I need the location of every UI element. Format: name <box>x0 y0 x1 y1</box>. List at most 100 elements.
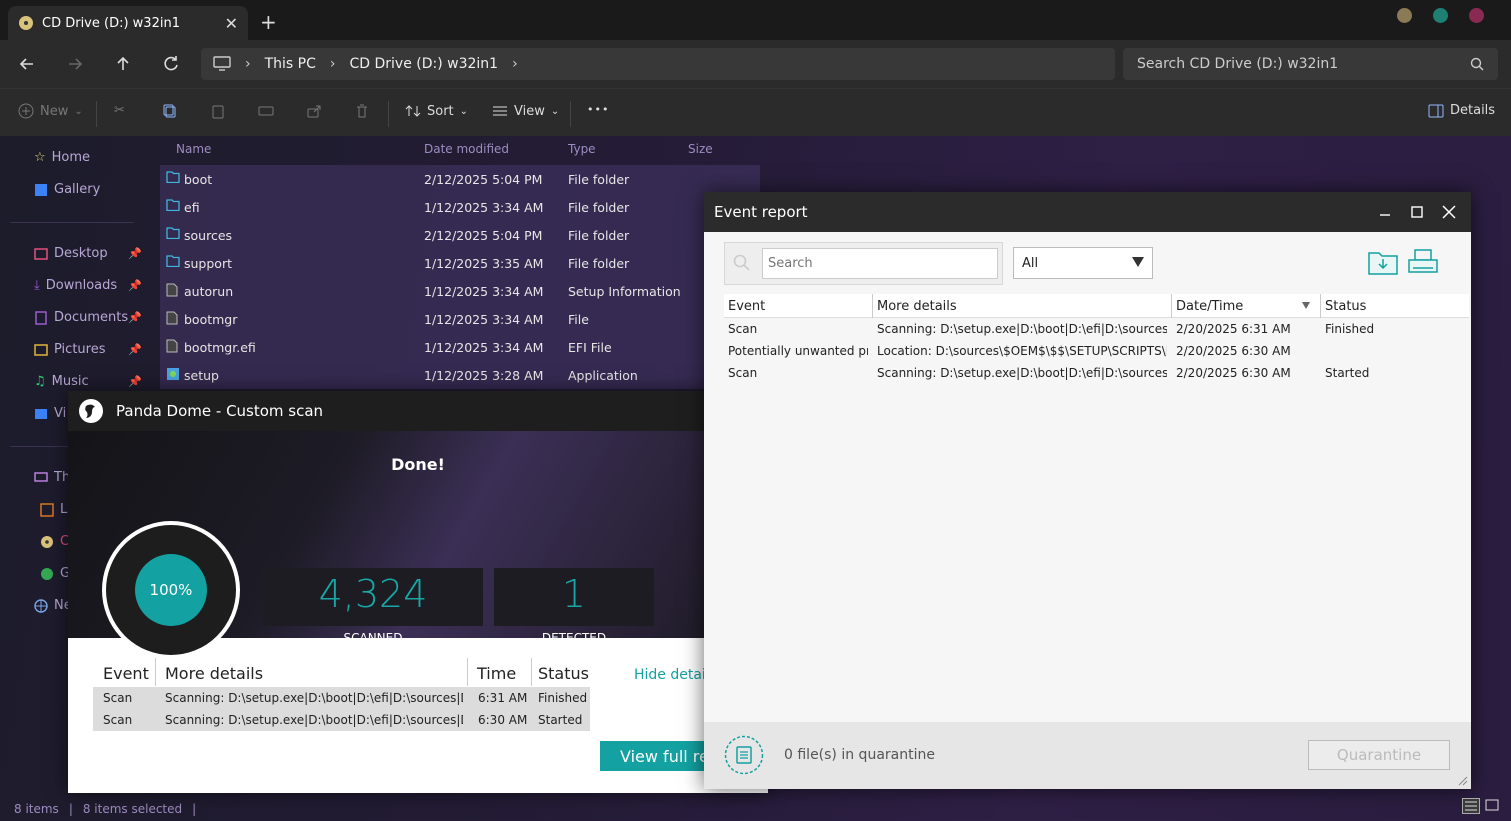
delete-button[interactable] <box>354 103 370 119</box>
up-button[interactable] <box>113 54 133 74</box>
sort-icon <box>405 103 421 119</box>
copy-button[interactable] <box>162 103 178 119</box>
close-button[interactable] <box>1439 202 1459 222</box>
column-divider[interactable] <box>872 294 873 318</box>
search-icon <box>733 254 751 272</box>
rename-button[interactable] <box>258 103 274 119</box>
column-divider <box>467 658 468 686</box>
table-row[interactable]: Scan Scanning: D:\setup.exe|D:\boot|D:\ef… <box>724 362 1469 384</box>
event-filter-select[interactable]: All <box>1013 247 1153 279</box>
column-divider[interactable] <box>1171 294 1172 318</box>
breadcrumb-chevron-icon[interactable]: › <box>512 56 518 72</box>
scanned-label: SCANNED <box>343 631 403 645</box>
sort-button[interactable]: Sort ⌄ <box>405 103 468 119</box>
maximize-button[interactable] <box>1407 202 1427 222</box>
window-dot-close[interactable] <box>1469 8 1484 23</box>
column-header-name[interactable]: Name <box>176 142 211 156</box>
tiles-view-icon[interactable] <box>1484 798 1500 814</box>
file-name: bootmgr <box>184 312 238 327</box>
print-button[interactable] <box>1407 248 1439 276</box>
music-icon: ♫ <box>34 374 46 389</box>
navigation-bar: › This PC › CD Drive (D:) w32in1 › Searc… <box>0 40 1511 88</box>
file-row[interactable]: bootmgr 1/12/2025 3:34 AM File <box>160 305 760 333</box>
close-tab-icon[interactable]: ✕ <box>225 14 238 33</box>
window-dot-minimize[interactable] <box>1397 8 1412 23</box>
details-pane-button[interactable]: Details <box>1428 103 1495 118</box>
scanned-stat-box: 4,324 <box>263 568 483 626</box>
file-type: File folder <box>568 172 630 187</box>
column-header-time: Time <box>477 664 517 683</box>
sidebar-item-downloads[interactable]: ⤓ Downloads 📌 <box>34 278 142 293</box>
column-header-datetime[interactable]: Date/Time <box>1176 299 1243 314</box>
command-bar: New ⌄ ✂ Sort ⌄ View ⌄ ••• Details <box>0 88 1511 136</box>
pin-icon[interactable]: 📌 <box>128 279 142 292</box>
file-row[interactable]: support 1/12/2025 3:35 AM File folder <box>160 249 760 277</box>
view-button[interactable]: View ⌄ <box>492 103 559 119</box>
sidebar-item-drive-l[interactable]: L <box>40 502 67 517</box>
new-button[interactable]: New ⌄ <box>18 103 83 119</box>
sidebar-item-videos[interactable]: Vi <box>34 406 66 421</box>
minimize-button[interactable] <box>1375 202 1395 222</box>
file-row[interactable]: efi 1/12/2025 3:34 AM File folder <box>160 193 760 221</box>
forward-button[interactable] <box>65 54 85 74</box>
hide-details-link[interactable]: Hide detail <box>634 667 710 683</box>
table-row[interactable]: Scan Scanning: D:\setup.exe|D:\boot|D:\ef… <box>724 318 1469 340</box>
pc-icon <box>34 471 48 485</box>
file-row[interactable]: setup 1/12/2025 3:28 AM Application <box>160 361 760 389</box>
more-options-button[interactable]: ••• <box>587 103 609 116</box>
column-divider[interactable] <box>1320 294 1321 318</box>
column-header-date[interactable]: Date modified <box>424 142 509 156</box>
sidebar-item-cd-drive[interactable]: C <box>40 534 69 549</box>
file-row[interactable]: bootmgr.efi 1/12/2025 3:34 AM EFI File <box>160 333 760 361</box>
back-button[interactable] <box>17 54 37 74</box>
column-header-event[interactable]: Event <box>728 299 765 314</box>
view-toggle-group <box>1462 798 1500 814</box>
quarantine-button[interactable]: Quarantine <box>1308 740 1450 770</box>
sidebar-item-desktop[interactable]: Desktop 📌 <box>34 246 142 261</box>
new-tab-button[interactable]: + <box>260 12 277 32</box>
share-button[interactable] <box>306 103 322 119</box>
sidebar-item-label: Vi <box>54 406 67 421</box>
pin-icon[interactable]: 📌 <box>128 375 142 388</box>
status-cell: Started <box>538 713 583 727</box>
filter-value: All <box>1022 256 1039 271</box>
details-view-icon[interactable] <box>1462 798 1480 814</box>
column-header-details[interactable]: More details <box>877 299 957 314</box>
pin-icon[interactable]: 📌 <box>128 247 142 260</box>
divider <box>570 101 571 127</box>
export-folder-button[interactable] <box>1367 248 1399 276</box>
sidebar-item-drive-g[interactable]: G <box>40 566 70 581</box>
table-row[interactable]: Potentially unwanted pr... Location: D:\s… <box>724 340 1469 362</box>
column-header-event: Event <box>103 664 149 683</box>
column-header-type[interactable]: Type <box>568 142 596 156</box>
sidebar-item-network[interactable]: Ne <box>34 598 72 613</box>
printer-icon <box>1408 249 1438 273</box>
paste-button[interactable] <box>210 103 226 119</box>
sidebar-item-music[interactable]: ♫ Music 📌 <box>34 374 142 389</box>
network-icon <box>34 598 48 613</box>
column-header-status[interactable]: Status <box>1325 299 1366 314</box>
sidebar-item-this-pc[interactable]: Th <box>34 470 70 485</box>
event-search-input[interactable] <box>762 248 998 279</box>
sidebar-item-gallery[interactable]: Gallery <box>34 182 100 197</box>
refresh-button[interactable] <box>161 54 181 74</box>
resize-grip-icon[interactable] <box>1456 774 1468 786</box>
folder-icon <box>166 227 180 239</box>
tab-cd-drive[interactable]: CD Drive (D:) w32in1 ✕ <box>8 6 248 40</box>
rename-icon <box>258 103 274 119</box>
pin-icon[interactable]: 📌 <box>128 343 142 356</box>
pin-icon[interactable]: 📌 <box>128 311 142 324</box>
file-row[interactable]: sources 2/12/2025 5:04 PM File folder <box>160 221 760 249</box>
window-dot-maximize[interactable] <box>1433 8 1448 23</box>
file-row[interactable]: boot 2/12/2025 5:04 PM File folder <box>160 165 760 193</box>
breadcrumb-cd-drive[interactable]: CD Drive (D:) w32in1 <box>350 56 499 72</box>
breadcrumb-this-pc[interactable]: This PC <box>265 56 316 72</box>
search-input[interactable]: Search CD Drive (D:) w32in1 <box>1123 48 1498 80</box>
address-bar[interactable]: › This PC › CD Drive (D:) w32in1 › <box>201 48 1115 80</box>
sidebar-item-pictures[interactable]: Pictures 📌 <box>34 342 142 357</box>
file-row[interactable]: autorun 1/12/2025 3:34 AM Setup Informatio… <box>160 277 760 305</box>
cut-button[interactable]: ✂ <box>114 103 125 118</box>
column-header-size[interactable]: Size <box>688 142 713 156</box>
sidebar-item-documents[interactable]: Documents 📌 <box>34 310 142 325</box>
sidebar-item-home[interactable]: ☆ Home <box>34 150 90 165</box>
